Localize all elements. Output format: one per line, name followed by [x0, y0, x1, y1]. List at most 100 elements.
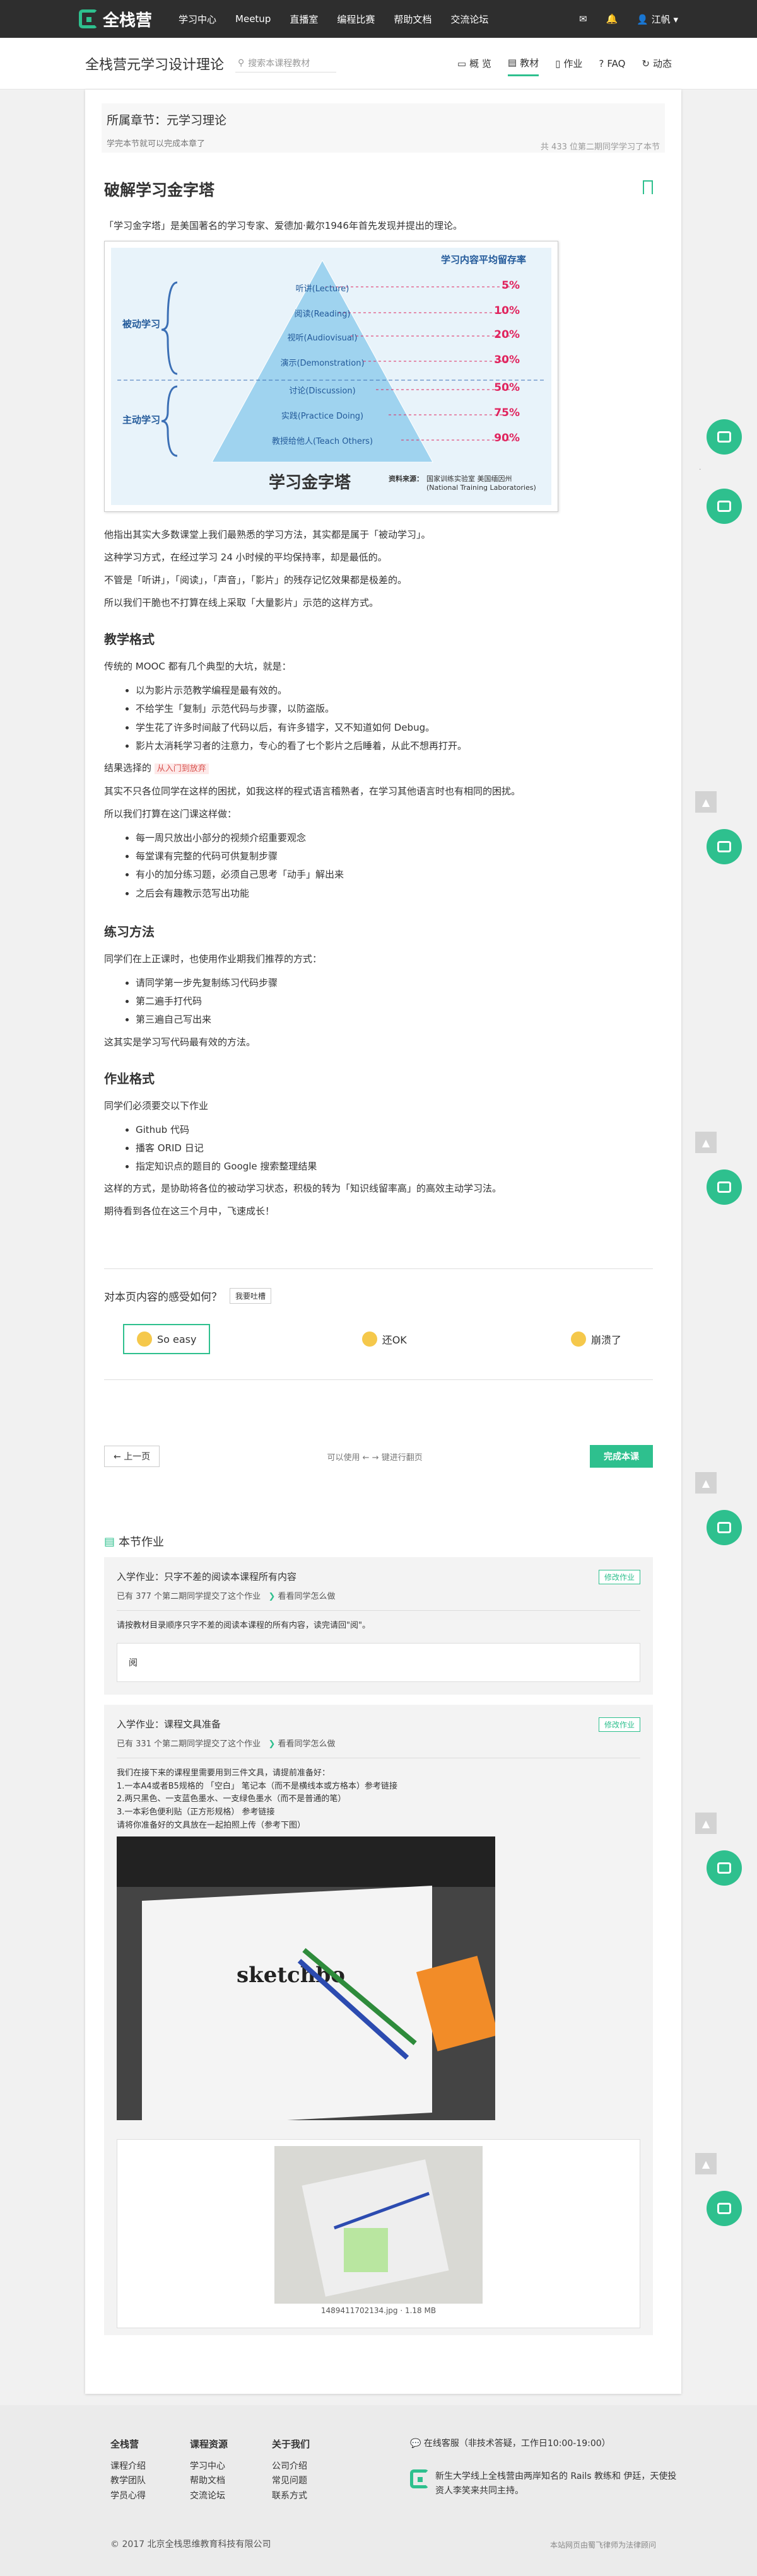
nav-contest[interactable]: 编程比赛: [337, 13, 375, 26]
para: 所以我们干脆也不打算在线上采取「大量影片」示范的这样方式。: [104, 597, 379, 608]
view-peers-link[interactable]: ❯ 看看同学怎么做: [268, 1592, 335, 1601]
feedback-section: 对本页内容的感受如何？ 我要吐槽 So easy 还OK 崩溃了: [104, 1268, 653, 1380]
footer-about: 新生大学线上全栈营由两岸知名的 Rails 教练和 伊廷，天使投资人李笑来共同主…: [435, 2471, 677, 2496]
scroll-top-button[interactable]: ▲: [695, 1472, 717, 1494]
nav-help[interactable]: 帮助文档: [394, 13, 431, 26]
service-line[interactable]: 💬 在线客服（非技术答疑，工作日10:00-19:00）: [410, 2437, 681, 2451]
feedback-easy[interactable]: So easy: [123, 1324, 211, 1354]
mail-icon[interactable]: ✉: [579, 13, 587, 25]
logo[interactable]: 全栈营: [79, 8, 152, 31]
scroll-top-button[interactable]: ▲: [695, 1813, 717, 1834]
search-input[interactable]: ⚲ 搜索本课程教材: [235, 54, 337, 73]
bookmark-icon[interactable]: [643, 180, 653, 194]
pager-hint: 可以使用 ← → 键进行翻页: [327, 1453, 423, 1463]
homework-line: 3.一本彩色便利贴（正方形规格） 参考链接: [117, 1807, 275, 1818]
pyramid-source-detail: 国家训练实验室 美国缅因州 (National Training Laborat…: [426, 475, 536, 492]
edit-homework-button[interactable]: 修改作业: [598, 1717, 640, 1732]
chat-float-button[interactable]: [707, 2191, 742, 2226]
footer-link[interactable]: 常见问题: [272, 2476, 307, 2486]
pyramid-source: 资料来源：: [389, 475, 423, 483]
list-plan: 每一周只放出小部分的视频介绍重要观念 每堂课有完整的代码可供复制步骤 有小的加分…: [136, 829, 653, 903]
legal-note: 本站网页由蜀飞律师为法律顾问: [549, 2541, 656, 2550]
footer-link[interactable]: 学员心得: [110, 2491, 146, 2501]
top-navbar: 全栈营 学习中心 Meetup 直播室 编程比赛 帮助文档 交流论坛 ✉ 🔔 👤…: [0, 0, 757, 38]
book-icon: ▤: [507, 57, 517, 68]
chat-float-button[interactable]: [707, 1850, 742, 1886]
list-pitfalls: 以为影片示范教学编程是最有效的。 不给学生「复制」示范代码与步骤，以防盗版。 学…: [136, 682, 653, 755]
nav-live[interactable]: 直播室: [290, 13, 318, 26]
chat-float-button[interactable]: [707, 419, 742, 455]
footer-link[interactable]: 公司介绍: [272, 2461, 307, 2471]
code-tag: 从入门到放弃: [154, 763, 209, 774]
passive-label: 被动学习: [122, 318, 161, 330]
result-line: 结果选择的 从入门到放弃: [104, 760, 653, 776]
level-audiovisual: 视听(Audiovisual): [287, 334, 358, 343]
complain-button[interactable]: 我要吐槽: [230, 1288, 272, 1304]
footer-link[interactable]: 课程介绍: [110, 2461, 146, 2471]
footer-col: 关于我们 公司介绍 常见问题 联系方式: [272, 2439, 310, 2502]
content-card: 所属章节：元学习理论 学完本节就可以完成本章了 共 433 位第二期同学学习了本…: [85, 90, 681, 2394]
chat-float-button[interactable]: [707, 1510, 742, 1545]
view-peers-link[interactable]: ❯ 看看同学怎么做: [268, 1739, 335, 1749]
tab-activity[interactable]: ↻ 动态: [642, 51, 672, 76]
homework-item: 入学作业：只字不差的阅读本课程所有内容 已有 377 个第二期同学提交了这个作业…: [104, 1557, 653, 1695]
cry-icon: [570, 1332, 586, 1347]
list-practice: 请同学第一步先复制练习代码步骤 第二遍手打代码 第三遍自己写出来: [136, 974, 653, 1030]
list-item: 影片太消耗学习者的注意力，专心的看了七个影片之后睡着，从此不想再打开。: [136, 737, 653, 755]
chapter-info: 所属章节：元学习理论 学完本节就可以完成本章了 共 433 位第二期同学学习了本…: [102, 103, 665, 153]
feedback-ok[interactable]: 还OK: [349, 1324, 420, 1354]
nav-forum[interactable]: 交流论坛: [450, 13, 488, 26]
chat-float-button[interactable]: [707, 829, 742, 864]
homework-line: 请将你准备好的文具放在一起拍照上传（参考下图）: [117, 1820, 306, 1830]
edit-homework-button[interactable]: 修改作业: [598, 1570, 640, 1584]
pct-lecture: 5%: [502, 279, 520, 292]
doc-icon: ▤: [104, 1535, 115, 1548]
level-teach: 教授给他人(Teach Others): [271, 437, 373, 446]
para: 传统的 MOOC 都有几个典型的大坑，就是：: [104, 661, 291, 672]
footer-link[interactable]: 交流论坛: [190, 2491, 225, 2501]
user-menu[interactable]: 👤 江帆 ▾: [637, 13, 678, 26]
nav-learning-center[interactable]: 学习中心: [179, 13, 216, 26]
tab-homework[interactable]: ▯ 作业: [555, 51, 582, 76]
list-item: 播客 ORID 日记: [136, 1139, 653, 1157]
list-item: Github 代码: [136, 1121, 653, 1139]
search-icon: ⚲: [238, 58, 245, 68]
scroll-top-button[interactable]: ▲: [695, 1132, 717, 1153]
footer-link[interactable]: 帮助文档: [190, 2476, 225, 2486]
uploaded-photo: [274, 2145, 483, 2304]
list-item: 不给学生「复制」示范代码与步骤，以防盗版。: [136, 700, 653, 718]
list-item: 有小的加分练习题，必须自己思考「动手」解出来: [136, 866, 653, 884]
prev-button[interactable]: ← 上一页: [104, 1446, 160, 1467]
pyramid-image: 学习内容平均留存率 被动学习 主动学习 听讲(Lecture) 阅读(Readi…: [104, 241, 558, 512]
list-item: 指定知识点的题目的 Google 搜索整理结果: [136, 1157, 653, 1176]
chat-float-button[interactable]: [707, 1169, 742, 1205]
footer-link[interactable]: 教学团队: [110, 2476, 146, 2486]
smile-icon: [137, 1332, 152, 1347]
uploaded-answer: 1489411702134.jpg · 1.18 MB: [117, 2138, 640, 2328]
para: 他指出其实大多数课堂上我们最熟悉的学习方法，其实都是属于「被动学习」。: [104, 529, 431, 540]
pct-teach: 90%: [494, 432, 520, 444]
heading-practice: 练习方法: [104, 924, 155, 939]
tab-overview[interactable]: ▭ 概 览: [457, 51, 491, 76]
feedback-hard[interactable]: 崩溃了: [558, 1324, 634, 1354]
footer-link[interactable]: 学习中心: [190, 2461, 225, 2471]
heading-homework: 作业格式: [104, 1070, 155, 1086]
chat-icon: 💬: [410, 2439, 424, 2449]
list-item: 以为影片示范教学编程是最有效的。: [136, 682, 653, 700]
question-icon: ?: [599, 57, 604, 69]
list-item: 学生花了许多时间敲了代码以后，有许多错字，又不知道如何 Debug。: [136, 719, 653, 737]
chat-float-button[interactable]: [707, 489, 742, 524]
tab-faq[interactable]: ? FAQ: [599, 51, 625, 76]
nav-meetup[interactable]: Meetup: [235, 13, 271, 25]
tab-material[interactable]: ▤ 教材: [507, 51, 539, 76]
pct-reading: 10%: [494, 305, 520, 317]
footer-link[interactable]: 联系方式: [272, 2491, 307, 2501]
list-homework: Github 代码 播客 ORID 日记 指定知识点的题目的 Google 搜索…: [136, 1121, 653, 1176]
para: 同学们必须要交以下作业: [104, 1099, 209, 1111]
scroll-top-button[interactable]: ▲: [695, 791, 717, 813]
scroll-top-button[interactable]: ▲: [695, 2153, 717, 2174]
complete-button[interactable]: 完成本课: [590, 1445, 653, 1468]
neutral-icon: [361, 1332, 377, 1347]
bell-icon[interactable]: 🔔: [606, 13, 618, 25]
para: 期待看到各位在这三个月中，飞速成长！: [104, 1205, 275, 1217]
